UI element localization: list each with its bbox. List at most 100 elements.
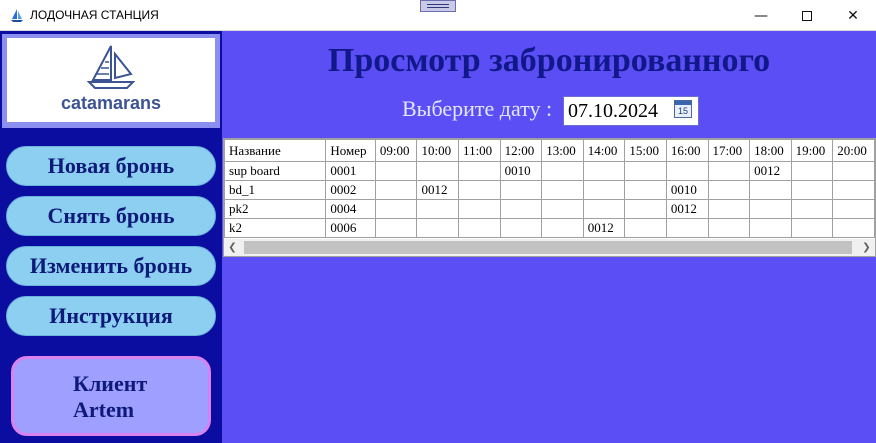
sidebar: catamarans Новая бронь Снять бронь Измен… xyxy=(0,31,222,443)
table-cell[interactable] xyxy=(458,180,501,200)
edit-booking-button[interactable]: Изменить бронь xyxy=(6,246,216,286)
table-cell[interactable] xyxy=(499,199,543,219)
table-cell[interactable] xyxy=(832,180,875,200)
table-cell[interactable] xyxy=(541,180,584,200)
column-header[interactable]: 18:00 xyxy=(749,139,792,162)
column-header[interactable]: 13:00 xyxy=(541,139,584,162)
catamaran-logo-icon xyxy=(86,45,136,89)
table-cell[interactable] xyxy=(458,199,501,219)
minimize-icon: — xyxy=(754,7,768,24)
scroll-right-icon[interactable]: ❯ xyxy=(858,239,875,256)
maximize-button[interactable] xyxy=(784,0,830,31)
table-cell[interactable] xyxy=(832,199,875,219)
cancel-booking-button[interactable]: Снять бронь xyxy=(6,196,216,236)
table-cell[interactable]: 0006 xyxy=(325,218,376,238)
column-header[interactable]: 17:00 xyxy=(707,139,751,162)
table-cell[interactable] xyxy=(665,218,709,238)
column-header[interactable]: Название xyxy=(224,139,327,162)
table-cell[interactable]: 0002 xyxy=(325,180,376,200)
table-cell[interactable]: 0004 xyxy=(325,199,376,219)
table-cell[interactable] xyxy=(707,218,751,238)
table-cell[interactable] xyxy=(749,218,792,238)
column-header[interactable]: Номер xyxy=(325,139,376,162)
close-icon: ✕ xyxy=(847,7,859,24)
client-card: Клиент Artem xyxy=(11,356,211,436)
window-title: ЛОДОЧНАЯ СТАНЦИЯ xyxy=(30,8,159,22)
table-cell[interactable] xyxy=(624,161,667,181)
table-cell[interactable]: sup board xyxy=(224,161,327,181)
table-cell[interactable]: 0010 xyxy=(499,161,543,181)
date-value[interactable]: 07.10.2024 xyxy=(568,100,658,123)
table-cell[interactable] xyxy=(707,199,751,219)
table-cell[interactable] xyxy=(832,218,875,238)
table-header-row: Название Номер 09:00 10:00 11:00 12:00 13:00 14… xyxy=(224,139,875,162)
column-header[interactable]: 10:00 xyxy=(416,139,460,162)
table-row[interactable]: pk2 0004 0012 xyxy=(224,199,875,219)
logo-text: catamarans xyxy=(60,93,162,113)
client-label: Клиент xyxy=(73,371,148,396)
table-cell[interactable] xyxy=(749,199,792,219)
column-header[interactable]: 16:00 xyxy=(665,139,709,162)
table-cell[interactable]: 0001 xyxy=(325,161,376,181)
minimize-button[interactable]: — xyxy=(738,0,784,31)
table-cell[interactable]: 0012 xyxy=(665,199,709,219)
table-cell[interactable]: 0012 xyxy=(582,218,626,238)
table-cell[interactable] xyxy=(374,199,418,219)
table-cell[interactable] xyxy=(624,180,667,200)
table-cell[interactable] xyxy=(374,161,418,181)
table-cell[interactable] xyxy=(374,218,418,238)
drag-handle[interactable] xyxy=(420,0,456,12)
table-cell[interactable] xyxy=(582,180,626,200)
table-cell[interactable]: 0010 xyxy=(665,180,709,200)
column-header[interactable]: 20:00 xyxy=(832,139,875,162)
table-cell[interactable] xyxy=(707,180,751,200)
table-cell[interactable] xyxy=(541,199,584,219)
column-header[interactable]: 19:00 xyxy=(790,139,834,162)
table-cell[interactable] xyxy=(624,199,667,219)
column-header[interactable]: 15:00 xyxy=(624,139,667,162)
logo: catamarans xyxy=(7,38,215,122)
table-cell[interactable] xyxy=(499,218,543,238)
calendar-icon[interactable]: 15 xyxy=(674,100,692,118)
table-cell[interactable] xyxy=(665,161,709,181)
column-header[interactable]: 14:00 xyxy=(582,139,626,162)
horizontal-scrollbar[interactable]: ❮ ❯ xyxy=(224,239,875,256)
table-row[interactable]: k2 0006 0012 xyxy=(224,218,875,238)
table-cell[interactable] xyxy=(832,161,875,181)
scrollbar-thumb[interactable] xyxy=(244,241,852,254)
instructions-button[interactable]: Инструкция xyxy=(6,296,216,336)
column-header[interactable]: 09:00 xyxy=(374,139,418,162)
table-row[interactable]: bd_1 0002 0012 0010 xyxy=(224,180,875,200)
table-cell[interactable] xyxy=(624,218,667,238)
table-cell[interactable] xyxy=(458,161,501,181)
table-cell[interactable] xyxy=(707,161,751,181)
table-cell[interactable] xyxy=(499,180,543,200)
table-cell[interactable] xyxy=(374,180,418,200)
table-cell[interactable]: k2 xyxy=(224,218,327,238)
table-row[interactable]: sup board 0001 0010 0012 xyxy=(224,161,875,181)
table-cell[interactable] xyxy=(416,199,460,219)
close-button[interactable]: ✕ xyxy=(830,0,876,31)
table-cell[interactable] xyxy=(416,218,460,238)
table-cell[interactable] xyxy=(582,161,626,181)
table-cell[interactable]: bd_1 xyxy=(224,180,327,200)
table-cell[interactable] xyxy=(790,199,834,219)
scroll-left-icon[interactable]: ❮ xyxy=(224,239,241,256)
table-cell[interactable]: 0012 xyxy=(749,161,792,181)
new-booking-button[interactable]: Новая бронь xyxy=(6,146,216,186)
column-header[interactable]: 12:00 xyxy=(499,139,543,162)
table-cell[interactable] xyxy=(749,180,792,200)
column-header[interactable]: 11:00 xyxy=(458,139,501,162)
table-cell[interactable]: pk2 xyxy=(224,199,327,219)
table-cell[interactable] xyxy=(458,218,501,238)
title-bar: ЛОДОЧНАЯ СТАНЦИЯ — ✕ xyxy=(0,0,876,31)
table-cell[interactable]: 0012 xyxy=(416,180,460,200)
table-cell[interactable] xyxy=(582,199,626,219)
table-cell[interactable] xyxy=(790,180,834,200)
table-cell[interactable] xyxy=(541,161,584,181)
table-cell[interactable] xyxy=(790,161,834,181)
table-cell[interactable] xyxy=(541,218,584,238)
date-picker[interactable]: 07.10.2024 15 xyxy=(563,96,699,126)
table-cell[interactable] xyxy=(416,161,460,181)
table-cell[interactable] xyxy=(790,218,834,238)
